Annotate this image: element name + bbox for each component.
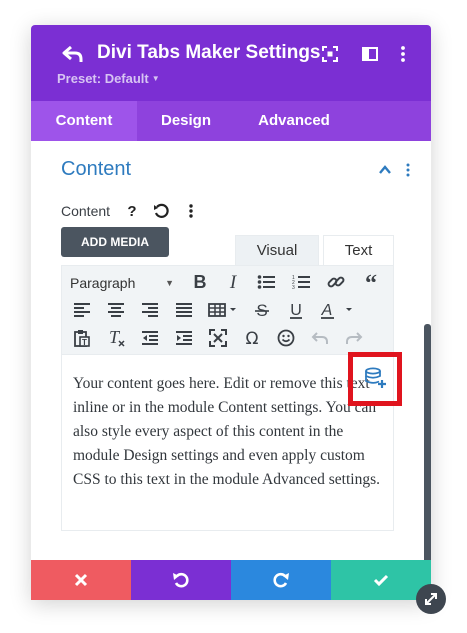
settings-body: Content Content ? ADD MEDIA Visual Text … (31, 141, 431, 582)
redo-icon (273, 572, 289, 588)
modal-title: Divi Tabs Maker Settings (97, 42, 321, 63)
add-media-button[interactable]: ADD MEDIA (61, 227, 169, 257)
preset-label: Preset: Default (57, 71, 149, 86)
check-icon (373, 574, 389, 587)
chevron-up-icon[interactable] (378, 163, 392, 177)
undo-icon (173, 572, 189, 588)
editor-body-text[interactable]: Your content goes here. Edit or remove t… (73, 372, 385, 492)
content-field-label: Content (61, 203, 111, 219)
strikethrough-icon[interactable]: S (250, 298, 274, 322)
tab-design[interactable]: Design (137, 101, 235, 141)
toolbar-row: S U A (62, 296, 395, 324)
cancel-button[interactable] (31, 560, 131, 600)
content-editor[interactable]: Your content goes here. Edit or remove t… (61, 355, 394, 531)
svg-text:T: T (82, 338, 87, 347)
italic-icon[interactable]: I (221, 270, 245, 294)
caret-down-icon: ▼ (165, 278, 174, 288)
omega-icon[interactable]: Ω (240, 326, 264, 350)
modal-footer (31, 560, 431, 600)
svg-text:I: I (229, 273, 238, 291)
svg-text:Ω: Ω (246, 329, 259, 347)
emoji-icon[interactable] (274, 326, 298, 350)
clear-formatting-icon[interactable]: T (104, 326, 128, 350)
format-select[interactable]: Paragraph ▼ (70, 272, 176, 294)
undo-button[interactable] (131, 560, 231, 600)
align-left-icon[interactable] (70, 298, 94, 322)
reset-icon[interactable] (150, 200, 172, 222)
align-center-icon[interactable] (104, 298, 128, 322)
fullscreen-icon[interactable] (206, 326, 230, 350)
close-icon (74, 573, 88, 587)
format-select-value: Paragraph (70, 275, 136, 291)
caret-down-icon: ▼ (151, 74, 160, 83)
underline-icon[interactable]: U (284, 298, 308, 322)
scrollbar[interactable] (424, 324, 431, 582)
sidebar-icon[interactable] (360, 44, 380, 64)
dynamic-content-icon[interactable] (363, 366, 387, 390)
paste-text-icon[interactable]: T (70, 326, 94, 350)
settings-tabs: Content Design Advanced (31, 101, 431, 141)
svg-text:?: ? (127, 203, 136, 219)
bold-icon[interactable]: B (188, 270, 212, 294)
more-vertical-icon[interactable] (393, 44, 413, 64)
svg-text:A: A (321, 302, 333, 319)
resize-handle[interactable] (416, 584, 446, 614)
link-icon[interactable] (324, 270, 348, 294)
svg-text:B: B (194, 273, 207, 291)
indent-icon[interactable] (172, 326, 196, 350)
justify-icon[interactable] (172, 298, 196, 322)
preset-selector[interactable]: Preset: Default ▼ (57, 71, 160, 86)
svg-text:T: T (109, 329, 121, 347)
blockquote-icon[interactable]: “ (359, 270, 383, 294)
modal-header: Divi Tabs Maker Settings Preset: Default… (31, 25, 431, 101)
editor-toolbar: Paragraph ▼ B I 123 “ S U A T T Ω (61, 265, 394, 355)
focus-mode-icon[interactable] (320, 44, 340, 64)
undo-icon[interactable] (308, 326, 332, 350)
section-more-icon[interactable] (403, 163, 413, 177)
settings-modal: Divi Tabs Maker Settings Preset: Default… (31, 25, 431, 600)
tab-text[interactable]: Text (323, 235, 394, 265)
bullet-list-icon[interactable] (254, 270, 278, 294)
svg-text:“: “ (365, 274, 377, 290)
svg-text:3: 3 (292, 285, 295, 290)
redo-button[interactable] (231, 560, 331, 600)
toolbar-row: T T Ω (62, 324, 395, 352)
redo-icon[interactable] (342, 326, 366, 350)
section-title[interactable]: Content (61, 158, 131, 181)
table-icon[interactable] (206, 298, 240, 322)
back-icon[interactable] (61, 42, 87, 66)
field-more-icon[interactable] (180, 200, 202, 222)
text-color-icon[interactable]: A (318, 298, 358, 322)
toolbar-row: Paragraph ▼ B I 123 “ (62, 268, 395, 296)
svg-text:U: U (290, 302, 302, 319)
resize-icon (425, 593, 437, 605)
numbered-list-icon[interactable]: 123 (289, 270, 313, 294)
tab-visual[interactable]: Visual (235, 235, 319, 265)
outdent-icon[interactable] (138, 326, 162, 350)
tab-advanced[interactable]: Advanced (235, 101, 353, 141)
svg-text:S: S (256, 301, 267, 319)
align-right-icon[interactable] (138, 298, 162, 322)
tab-content[interactable]: Content (31, 101, 137, 141)
help-icon[interactable]: ? (121, 200, 143, 222)
